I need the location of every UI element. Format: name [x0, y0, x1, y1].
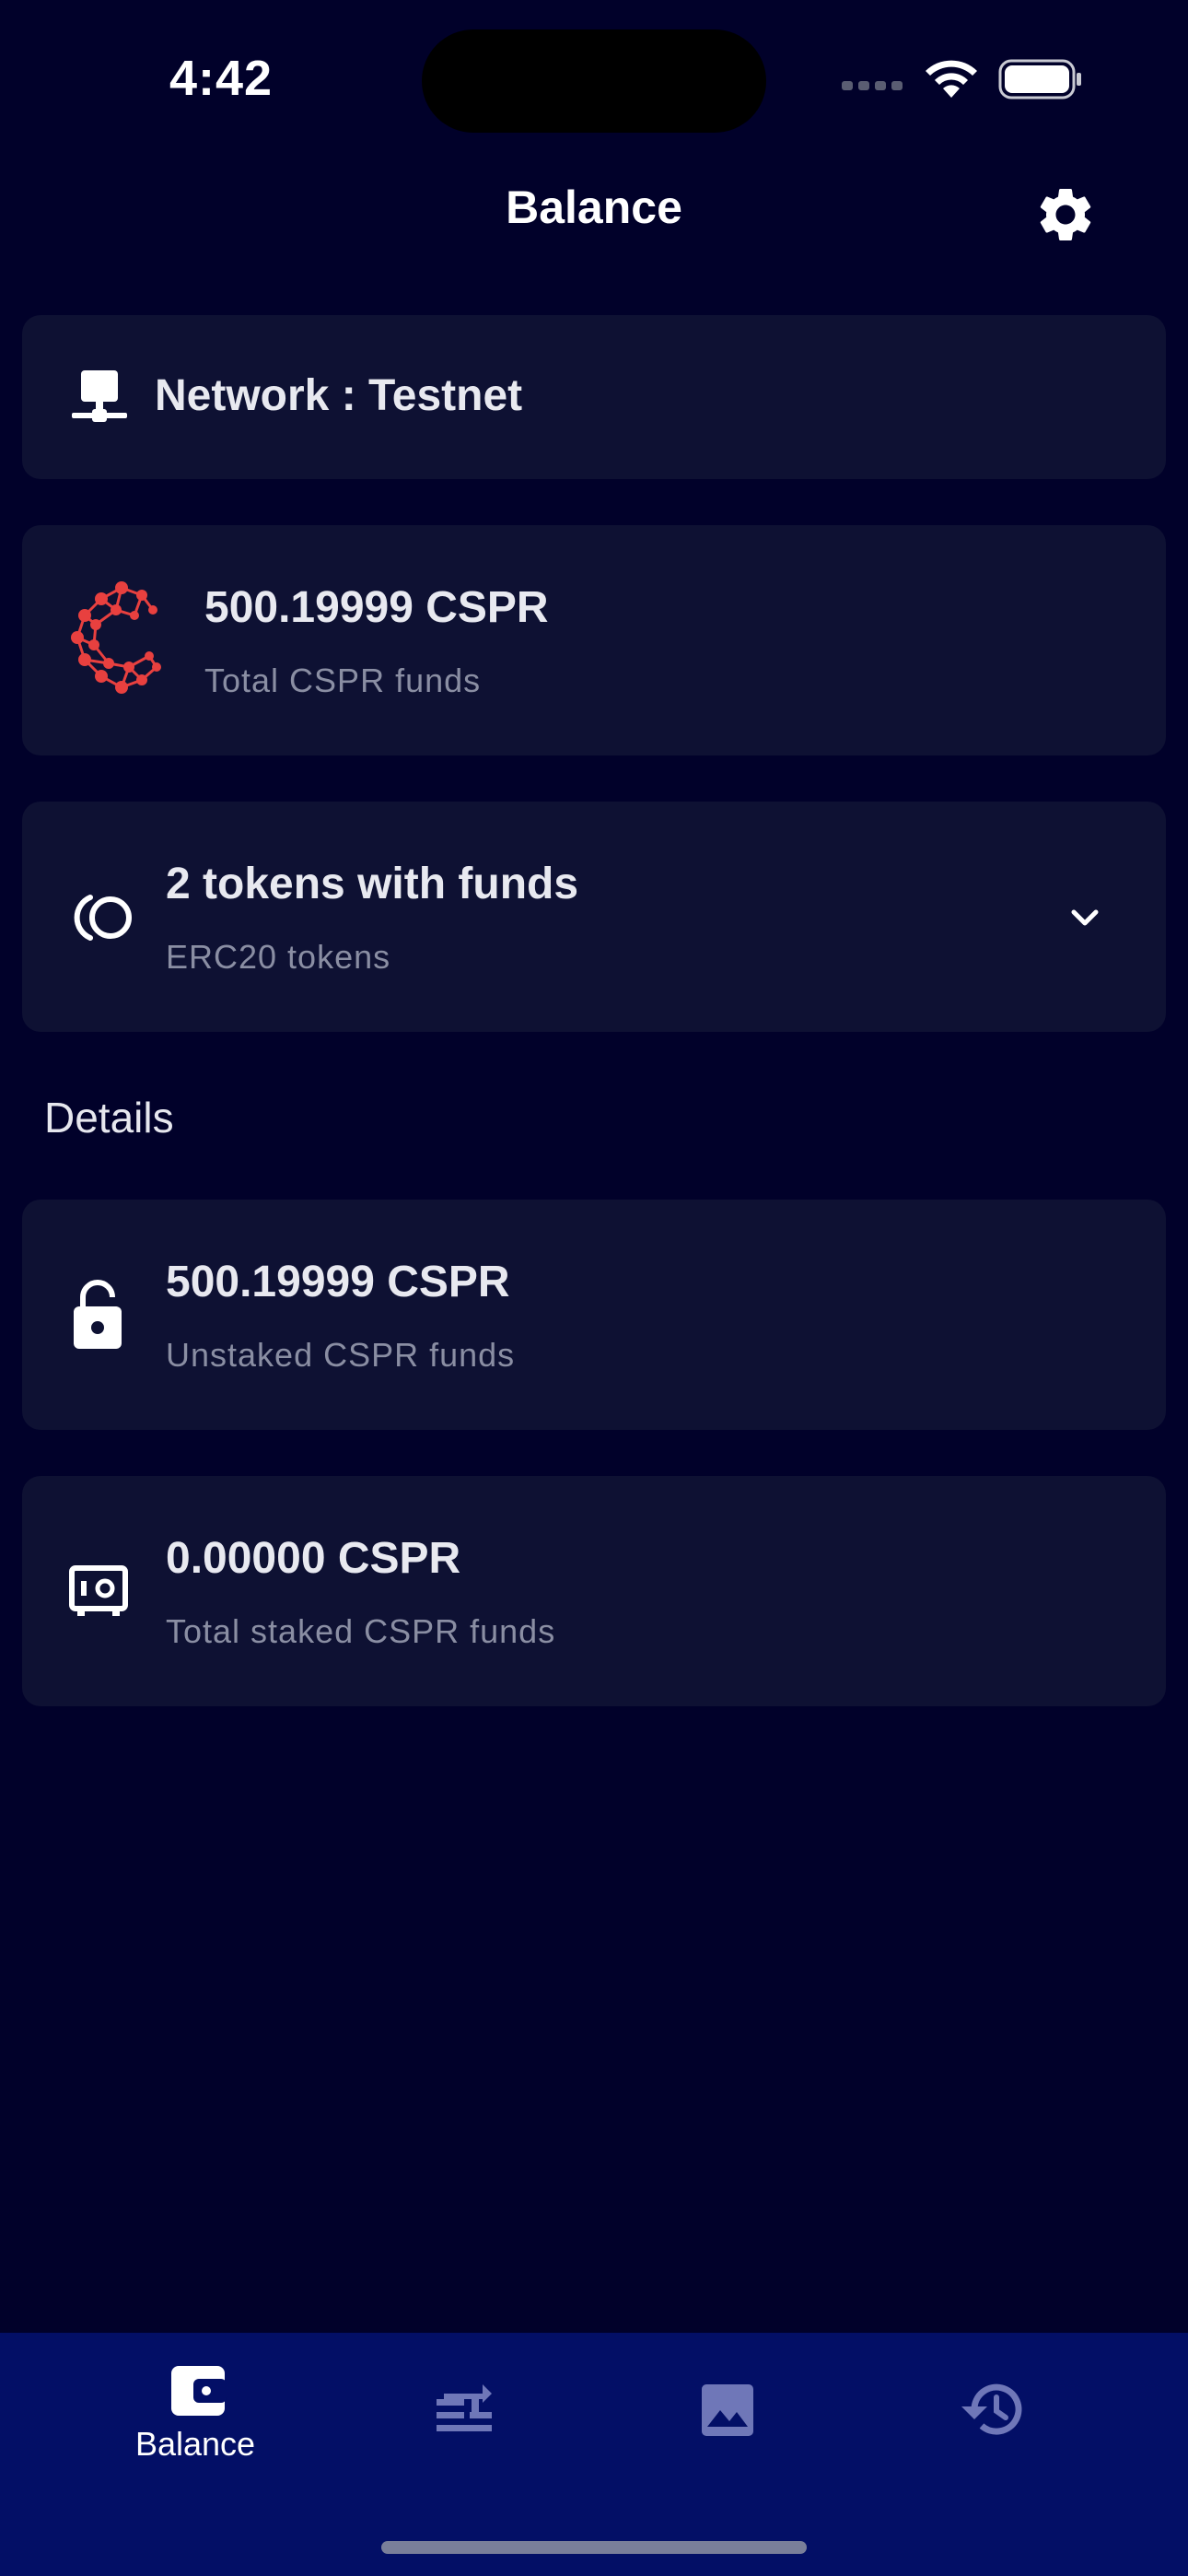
- unstaked-amount: 500.19999 CSPR: [166, 1258, 510, 1306]
- home-indicator: [381, 2541, 807, 2554]
- status-icons: [838, 55, 1087, 101]
- safe-icon: [69, 1565, 128, 1616]
- status-time: 4:42: [169, 51, 274, 106]
- tokens-title: 2 tokens with funds: [166, 860, 579, 908]
- chevron-down-icon[interactable]: [1066, 899, 1103, 936]
- wallet-icon: [171, 2366, 227, 2416]
- cellular-signal-icon: [842, 81, 903, 90]
- tab-gallery[interactable]: [595, 2333, 860, 2489]
- unlock-icon: [74, 1280, 122, 1349]
- network-label: Network : Testnet: [155, 371, 523, 420]
- tab-bar: Balance: [0, 2333, 1188, 2576]
- cspr-total-amount: 500.19999 CSPR: [204, 583, 549, 632]
- staked-amount: 0.00000 CSPR: [166, 1534, 461, 1583]
- details-heading: Details: [44, 1094, 174, 1142]
- tab-transfer[interactable]: [330, 2333, 595, 2489]
- network-card[interactable]: Network : Testnet: [22, 315, 1166, 479]
- staked-caption: Total staked CSPR funds: [166, 1612, 556, 1650]
- page-title: Balance: [506, 181, 682, 233]
- transfer-icon: [437, 2384, 492, 2431]
- tab-balance[interactable]: Balance: [63, 2333, 328, 2489]
- wifi-icon: [926, 60, 977, 98]
- image-icon: [702, 2384, 753, 2436]
- casper-logo-icon: [71, 581, 161, 694]
- erc20-tokens-icon: [74, 895, 132, 941]
- settings-button[interactable]: [1033, 182, 1098, 247]
- tab-history[interactable]: [860, 2333, 1125, 2489]
- cspr-total-caption: Total CSPR funds: [204, 662, 482, 699]
- history-icon: [961, 2383, 1022, 2435]
- unstaked-caption: Unstaked CSPR funds: [166, 1336, 516, 1374]
- status-bar: 4:42: [0, 0, 1188, 157]
- gear-icon: [1040, 188, 1091, 240]
- cspr-balance-card: 500.19999 CSPR Total CSPR funds: [22, 525, 1166, 755]
- network-icon: [72, 370, 127, 422]
- staked-card: 0.00000 CSPR Total staked CSPR funds: [22, 1476, 1166, 1706]
- unstaked-card: 500.19999 CSPR Unstaked CSPR funds: [22, 1200, 1166, 1430]
- dynamic-island: [422, 29, 766, 133]
- tab-balance-label: Balance: [134, 2425, 256, 2463]
- tokens-card[interactable]: 2 tokens with funds ERC20 tokens: [22, 802, 1166, 1032]
- tokens-caption: ERC20 tokens: [166, 938, 391, 976]
- battery-icon: [998, 59, 1081, 100]
